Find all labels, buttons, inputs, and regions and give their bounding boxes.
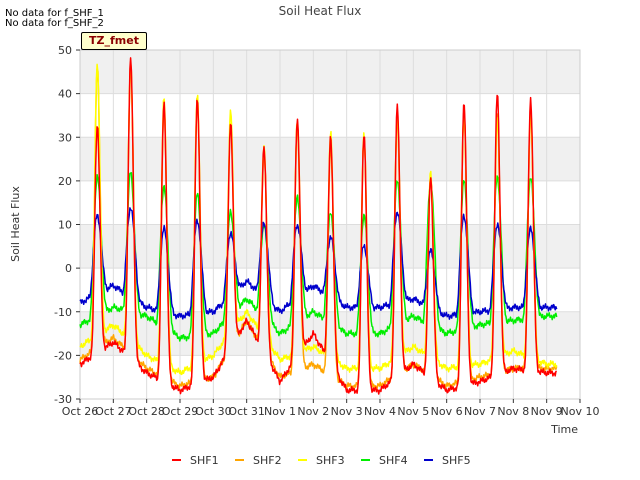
- y-tick-label: -10: [54, 306, 72, 319]
- legend-label-shf1: SHF1: [190, 454, 219, 467]
- x-tick-label: Nov 6: [431, 405, 463, 418]
- soil-heat-flux-chart: Soil Heat Flux -30-20-1001020304050 Oct …: [9, 4, 600, 467]
- site-tag-label: TZ_fmet: [81, 32, 147, 50]
- chart-title: Soil Heat Flux: [279, 4, 362, 18]
- x-axis-ticks: Oct 26Oct 27Oct 28Oct 29Oct 30Oct 31 Nov …: [62, 399, 600, 418]
- plot-band: [80, 224, 580, 269]
- y-tick-label: 50: [58, 44, 72, 57]
- legend-label-shf3: SHF3: [316, 454, 345, 467]
- x-tick-label: Nov 1: [264, 405, 296, 418]
- legend-label-shf5: SHF5: [442, 454, 471, 467]
- y-tick-label: 10: [58, 219, 72, 232]
- plot-band: [80, 93, 580, 138]
- x-tick-label: Nov 9: [531, 405, 563, 418]
- y-tick-label: 40: [58, 88, 72, 101]
- x-tick-label: Nov 7: [464, 405, 496, 418]
- x-tick-label: Oct 26: [62, 405, 99, 418]
- y-tick-label: -20: [54, 349, 72, 362]
- y-tick-label: 30: [58, 131, 72, 144]
- y-tick-label: 20: [58, 175, 72, 188]
- y-tick-label: 0: [65, 262, 72, 275]
- x-tick-label: Oct 27: [95, 405, 132, 418]
- legend: SHF1 SHF2 SHF3 SHF4 SHF5: [172, 454, 471, 467]
- legend-label-shf2: SHF2: [253, 454, 282, 467]
- y-axis-ticks: -30-20-1001020304050: [54, 44, 80, 406]
- x-tick-label: Nov 8: [497, 405, 529, 418]
- no-data-note-2: No data for f_SHF_2: [5, 18, 104, 29]
- x-tick-label: Nov 5: [397, 405, 429, 418]
- x-tick-label: Nov 3: [331, 405, 363, 418]
- plot-band: [80, 50, 580, 94]
- plot-band: [80, 311, 580, 356]
- x-tick-label: Oct 30: [195, 405, 232, 418]
- legend-label-shf4: SHF4: [379, 454, 408, 467]
- x-tick-label: Oct 31: [228, 405, 265, 418]
- y-axis-label: Soil Heat Flux: [9, 186, 22, 262]
- x-tick-label: Oct 29: [162, 405, 199, 418]
- x-tick-label: Nov 4: [364, 405, 396, 418]
- x-tick-label: Oct 28: [128, 405, 165, 418]
- x-tick-label: Nov 10: [561, 405, 600, 418]
- x-tick-label: Nov 2: [297, 405, 329, 418]
- x-axis-label: Time: [550, 423, 578, 436]
